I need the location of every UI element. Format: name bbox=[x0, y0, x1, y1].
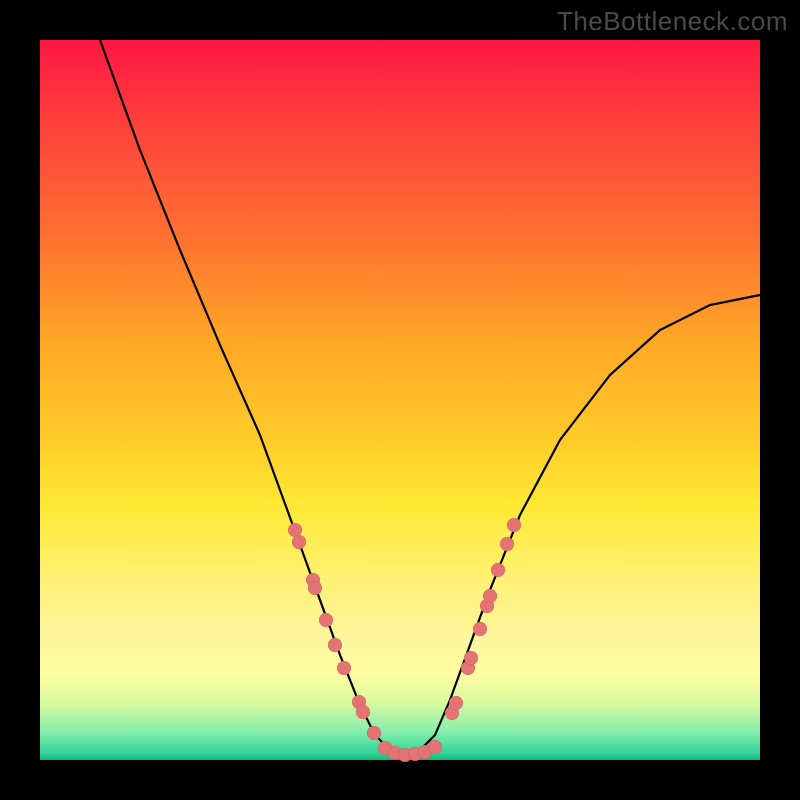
beads-left-group bbox=[288, 523, 381, 740]
data-bead bbox=[507, 518, 521, 532]
data-bead bbox=[292, 535, 306, 549]
data-bead bbox=[308, 581, 322, 595]
data-bead bbox=[367, 726, 381, 740]
data-bead bbox=[356, 705, 370, 719]
data-bead bbox=[464, 651, 478, 665]
data-bead bbox=[319, 613, 333, 627]
data-bead bbox=[491, 563, 505, 577]
watermark-text: TheBottleneck.com bbox=[557, 6, 788, 37]
plot-area bbox=[40, 40, 760, 760]
beads-right-group bbox=[445, 518, 521, 720]
data-bead bbox=[337, 661, 351, 675]
data-bead bbox=[500, 537, 514, 551]
bottleneck-curve bbox=[100, 40, 760, 755]
chart-stage: TheBottleneck.com bbox=[0, 0, 800, 800]
data-bead bbox=[483, 589, 497, 603]
data-bead bbox=[428, 740, 442, 754]
data-bead bbox=[328, 638, 342, 652]
chart-svg bbox=[40, 40, 760, 760]
beads-bottom-group bbox=[378, 740, 442, 762]
data-bead bbox=[449, 696, 463, 710]
data-bead bbox=[473, 622, 487, 636]
